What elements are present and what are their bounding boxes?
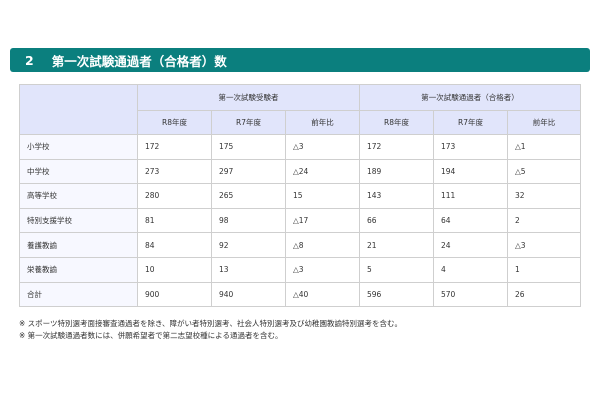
table-cell: 172 [137,134,212,160]
table-cell: △17 [285,207,360,234]
table-row: 養護教諭 84 92 △8 21 24 △3 [19,232,581,258]
table-cell: △3 [285,256,360,283]
row-label: 小学校 [19,134,138,160]
table-cell: 4 [433,256,508,283]
sub-header-r8-examinees: R8年度 [137,110,212,135]
table-cell: 900 [137,281,212,308]
table-row: 中学校 273 297 △24 189 194 △5 [19,158,581,185]
table-cell: 1 [507,256,581,283]
table-cell: △3 [285,134,360,160]
table-cell: 189 [359,158,434,185]
results-table: 第一次試験受験者 第一次試験通過者（合格者） R8年度 R7年度 前年比 R8年… [19,84,581,308]
table-cell: 280 [137,183,212,209]
table-cell: 84 [137,232,212,258]
table-cell: 143 [359,183,434,209]
table-cell: 32 [507,183,581,209]
table-cell: △5 [507,158,581,185]
table-cell: 265 [211,183,286,209]
group-header-examinees: 第一次試験受験者 [137,84,360,111]
corner-header-cell [19,84,138,135]
row-label: 合計 [19,281,138,308]
table-cell: 297 [211,158,286,185]
table-cell: 10 [137,256,212,283]
table-cell: 66 [359,207,434,234]
sub-header-r8-passers: R8年度 [359,110,434,135]
group-header-passers: 第一次試験通過者（合格者） [359,84,581,111]
section-header: 2 第一次試験通過者（合格者）数 [10,48,590,72]
sub-header-r7-examinees: R7年度 [211,110,286,135]
footnotes: ※ スポーツ特別選考面接審査通過者を除き、障がい者特別選考、社会人特別選考及び幼… [19,318,402,342]
sub-header-diff-examinees: 前年比 [285,110,360,135]
table-cell: 13 [211,256,286,283]
sub-header-r7-passers: R7年度 [433,110,508,135]
table-cell: 173 [433,134,508,160]
table-cell: 26 [507,281,581,308]
table-cell: 175 [211,134,286,160]
page: 2 第一次試験通過者（合格者）数 第一次試験受験者 第一次試験通過者（合格者） … [0,0,600,400]
row-label: 高等学校 [19,183,138,209]
sub-header-diff-passers: 前年比 [507,110,581,135]
table-cell: 5 [359,256,434,283]
table-cell: 81 [137,207,212,234]
table-cell: 111 [433,183,508,209]
footnote: ※ 第一次試験通過者数には、併願希望者で第二志望校種による通過者を含む。 [19,331,283,340]
table-row: 栄養教諭 10 13 △3 5 4 1 [19,256,581,283]
footnote: ※ スポーツ特別選考面接審査通過者を除き、障がい者特別選考、社会人特別選考及び幼… [19,319,402,328]
table-cell: 194 [433,158,508,185]
row-label: 中学校 [19,158,138,185]
table-cell: 24 [433,232,508,258]
table-cell: 98 [211,207,286,234]
table-row: 高等学校 280 265 15 143 111 32 [19,183,581,209]
section-title: 第一次試験通過者（合格者）数 [51,53,227,69]
table-cell: 2 [507,207,581,234]
row-label: 特別支援学校 [19,207,138,234]
row-label: 養護教諭 [19,232,138,258]
table-cell: 21 [359,232,434,258]
table-cell: 940 [211,281,286,308]
table-cell: 15 [285,183,360,209]
table-row: 小学校 172 175 △3 172 173 △1 [19,134,581,160]
table-cell: 172 [359,134,434,160]
table-cell: △1 [507,134,581,160]
table-cell: 596 [359,281,434,308]
table-cell: △8 [285,232,360,258]
table-cell: 273 [137,158,212,185]
section-number: 2 [25,52,34,68]
table-cell: 570 [433,281,508,308]
table-cell: △3 [507,232,581,258]
table-cell: △40 [285,281,360,308]
table-cell: 92 [211,232,286,258]
table-cell: △24 [285,158,360,185]
row-label: 栄養教諭 [19,256,138,283]
table-cell: 64 [433,207,508,234]
table-row: 特別支援学校 81 98 △17 66 64 2 [19,207,581,234]
table-row-total: 合計 900 940 △40 596 570 26 [19,281,581,308]
